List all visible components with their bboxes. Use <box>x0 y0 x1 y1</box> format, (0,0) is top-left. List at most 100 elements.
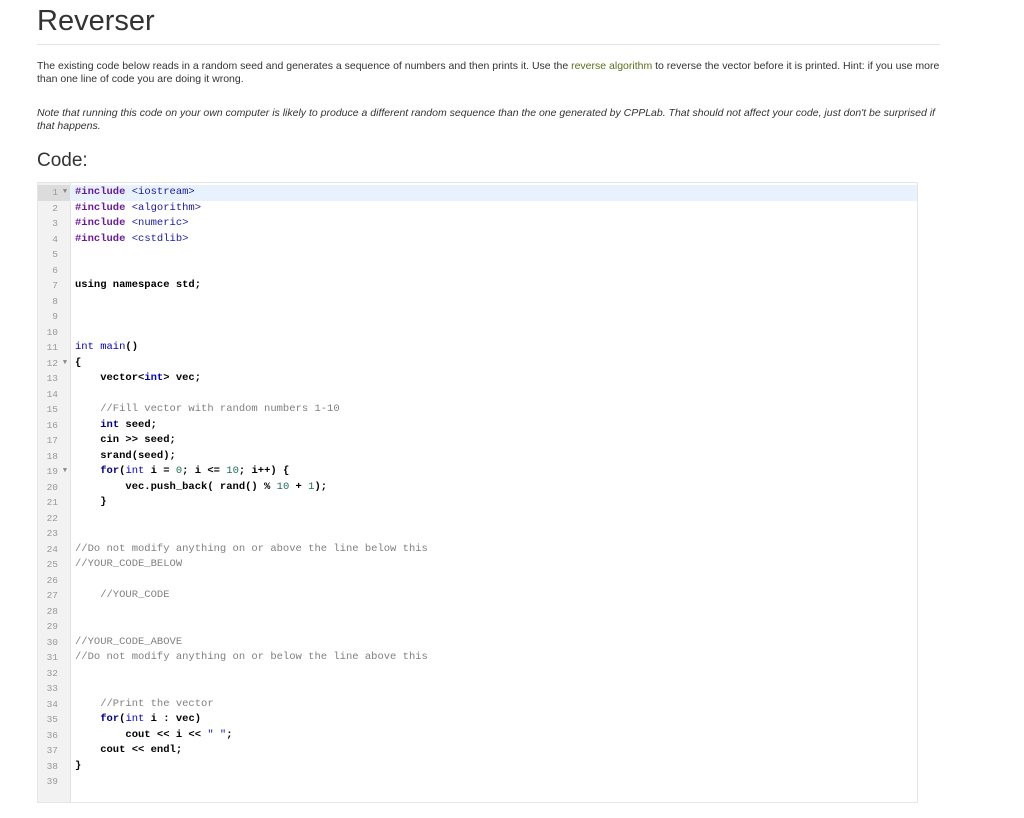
line-number: 18 <box>46 450 58 462</box>
code-line[interactable]: 30 //YOUR_CODE_ABOVE <box>38 635 917 651</box>
code-line[interactable]: 29 <box>38 619 917 635</box>
line-number: 3 <box>52 218 58 229</box>
line-number: 13 <box>46 373 58 384</box>
code-token: <cstdlib> <box>131 232 189 245</box>
code-line[interactable]: 18 srand(seed); <box>38 449 917 465</box>
code-line[interactable]: 19 ▼ for(int i = 0; i <= 10; i++) { <box>38 464 917 480</box>
code-line[interactable]: 3 #include <numeric> <box>38 216 917 232</box>
code-token: ; i <= <box>182 465 227 477</box>
code-line[interactable]: 11 int main() <box>38 340 917 356</box>
line-number: 16 <box>46 419 58 431</box>
code-token: int <box>100 418 120 431</box>
code-token: main <box>93 341 126 353</box>
code-line[interactable]: 31 //Do not modify anything on or below t… <box>38 650 917 666</box>
code-token: cout << endl; <box>75 744 183 756</box>
code-line[interactable]: 21 } <box>38 495 917 511</box>
code-editor[interactable]: 1 ▼ #include <iostream> 2 #include <algorit… <box>37 182 918 803</box>
fold-toggle-icon[interactable]: ▼ <box>61 185 69 201</box>
code-token: #include <box>75 201 132 214</box>
code-token: int <box>125 465 145 477</box>
code-line[interactable]: 24 //Do not modify anything on or above t… <box>38 542 917 558</box>
code-token: { <box>75 356 82 369</box>
note-paragraph: Note that running this code on your own … <box>37 107 935 132</box>
instructions-text-start: The existing code below reads in a rando… <box>37 60 572 72</box>
code-line[interactable]: 14 <box>38 387 917 403</box>
code-token: + <box>289 480 309 493</box>
code-line[interactable]: 20 vec.push_back( rand() % 10 + 1); <box>38 480 917 496</box>
line-number: 14 <box>46 388 58 400</box>
fold-toggle-icon[interactable]: ▼ <box>61 464 69 480</box>
code-line[interactable]: 32 <box>38 666 917 682</box>
code-line[interactable]: 26 <box>38 573 917 589</box>
code-token: 10 <box>226 465 239 477</box>
code-token: <iostream> <box>131 186 195 198</box>
code-token: //YOUR_CODE_ABOVE <box>75 635 183 648</box>
code-line[interactable]: 12 ▼{ <box>38 356 917 372</box>
line-number: 5 <box>52 249 58 260</box>
code-line[interactable]: 1 ▼ #include <iostream> <box>38 185 917 201</box>
code-line[interactable]: 36 cout << i << " "; <box>38 728 917 744</box>
code-line[interactable]: 35 for(int i : vec) <box>38 712 917 728</box>
code-line[interactable]: 25 //YOUR_CODE_BELOW <box>38 557 917 573</box>
line-number: 25 <box>46 559 58 570</box>
line-number: 11 <box>46 342 58 353</box>
code-line[interactable]: 22 <box>38 511 917 527</box>
code-token: int <box>125 713 145 725</box>
code-token: vector< <box>75 372 145 384</box>
code-line[interactable]: 7 using namespace std; <box>38 278 917 294</box>
code-token: //Do not modify anything on or below the… <box>75 651 428 663</box>
line-number: 9 <box>52 311 58 322</box>
code-line[interactable]: 10 <box>38 325 917 341</box>
code-token: #include <box>75 217 132 229</box>
line-number: 33 <box>46 683 58 694</box>
code-line[interactable]: 2 #include <algorithm> <box>38 201 917 217</box>
line-number: 8 <box>52 295 58 307</box>
code-token: seed; <box>119 418 157 431</box>
code-line[interactable]: 38} <box>38 759 917 775</box>
line-number: 36 <box>46 729 58 741</box>
line-number: 26 <box>46 574 58 586</box>
line-number: 23 <box>46 528 58 539</box>
code-token: ); <box>314 480 328 493</box>
line-number: 34 <box>46 698 58 710</box>
code-line[interactable]: 4 #include <cstdlib> <box>38 232 917 248</box>
page-content: Reverser The existing code below reads i… <box>37 0 940 803</box>
code-line[interactable]: 37 cout << endl; <box>38 743 917 759</box>
line-number: 30 <box>46 636 58 648</box>
code-line[interactable]: 9 <box>38 309 917 325</box>
code-token: i = <box>144 465 176 477</box>
code-token: ; <box>226 728 233 741</box>
code-line[interactable]: 17 cin >> seed; <box>38 433 917 449</box>
code-line[interactable]: 28 <box>38 604 917 620</box>
line-number: 4 <box>52 233 58 245</box>
line-number: 27 <box>46 590 58 601</box>
line-number: 15 <box>46 404 58 415</box>
code-line[interactable]: 23 <box>38 526 917 542</box>
code-line[interactable]: 27 //YOUR_CODE <box>38 588 917 604</box>
code-lines[interactable]: 1 ▼ #include <iostream> 2 #include <algorit… <box>38 185 917 790</box>
code-line[interactable]: 34 //Print the vector <box>38 697 917 713</box>
code-line[interactable]: 16 int seed; <box>38 418 917 434</box>
code-line[interactable]: 15 //Fill vector with random numbers 1-1… <box>38 402 917 418</box>
line-number: 21 <box>46 497 58 508</box>
code-line[interactable]: 33 <box>38 681 917 697</box>
code-line[interactable]: 6 <box>38 263 917 279</box>
code-heading: Code: <box>37 150 88 171</box>
code-line[interactable]: 13 vector<int> vec; <box>38 371 917 387</box>
line-number: 6 <box>52 264 58 276</box>
code-token: vec.push_back( rand() % <box>75 480 277 493</box>
code-token: for <box>100 465 120 477</box>
fold-toggle-icon[interactable]: ▼ <box>61 356 69 372</box>
code-token: //Do not modify anything on or above the… <box>75 542 428 555</box>
code-line[interactable]: 5 <box>38 247 917 263</box>
code-line[interactable]: 39 <box>38 774 917 790</box>
code-token: > vec; <box>163 372 202 384</box>
line-number: 28 <box>46 605 58 617</box>
code-token: #include <box>75 232 132 245</box>
line-number: 37 <box>46 745 58 756</box>
reverse-algorithm-link[interactable]: reverse algorithm <box>571 60 652 72</box>
code-line[interactable]: 8 <box>38 294 917 310</box>
code-token: //YOUR_CODE_BELOW <box>75 558 183 570</box>
